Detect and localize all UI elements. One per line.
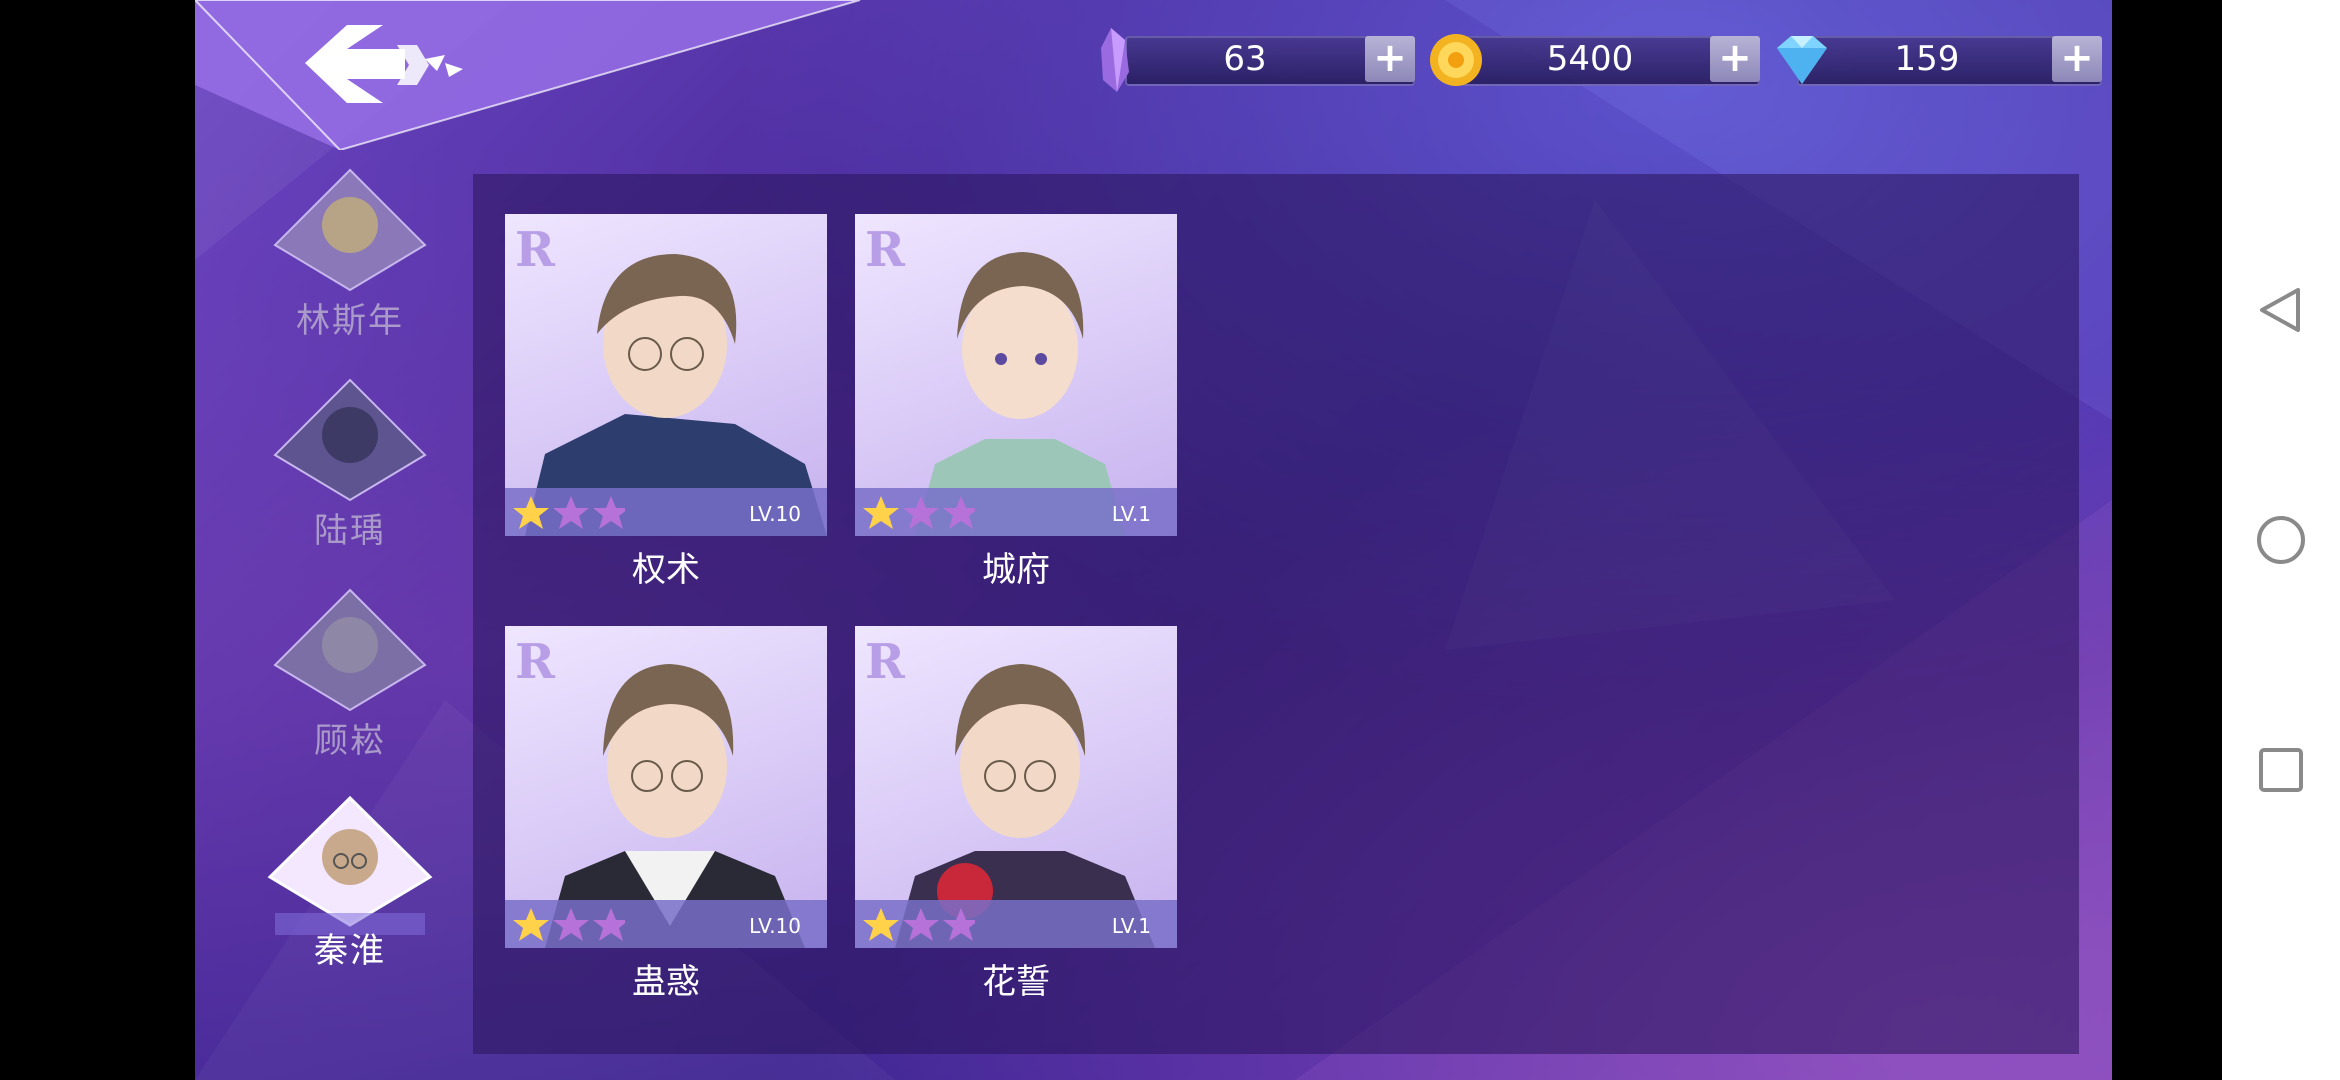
add-gold-button[interactable]: + bbox=[1710, 36, 1760, 82]
card-level: LV.1 bbox=[1111, 502, 1151, 526]
character-avatar bbox=[273, 378, 427, 502]
nav-back-button[interactable] bbox=[2222, 260, 2340, 360]
character-tab-lin-sinian[interactable]: 林斯年 bbox=[255, 165, 445, 355]
card-chengfu[interactable]: R LV.1 城府 bbox=[855, 214, 1177, 591]
character-tab-lu-yu[interactable]: 陆瑀 bbox=[255, 375, 445, 565]
crystal-currency: 63 + bbox=[1095, 28, 1415, 92]
card-level: LV.10 bbox=[749, 502, 801, 526]
character-avatar bbox=[273, 168, 427, 292]
nav-recents-button[interactable] bbox=[2222, 720, 2340, 820]
recents-square-icon bbox=[2259, 748, 2303, 792]
character-tab-gu-song[interactable]: 顾崧 bbox=[255, 585, 445, 775]
character-tab-qin-huai[interactable]: 秦淮 bbox=[255, 795, 445, 985]
star-rating bbox=[863, 496, 979, 529]
character-name: 陆瑀 bbox=[314, 511, 386, 551]
diamond-currency: 159 + bbox=[1767, 30, 2102, 88]
card-portrait: R LV.1 bbox=[855, 626, 1177, 948]
star-rating bbox=[513, 908, 629, 941]
card-grid-panel: R LV.10 权术 R LV.1 城府 R LV.10 蛊惑 R LV.1 花… bbox=[473, 174, 2079, 1054]
crystal-amount: 63 bbox=[1223, 39, 1267, 79]
nav-home-button[interactable] bbox=[2222, 490, 2340, 590]
card-name: 蛊惑 bbox=[632, 962, 700, 1002]
add-crystal-button[interactable]: + bbox=[1365, 36, 1415, 82]
card-level: LV.1 bbox=[1111, 914, 1151, 938]
card-footer: LV.1 bbox=[855, 900, 1177, 948]
back-button[interactable] bbox=[305, 25, 475, 105]
star-rating bbox=[513, 496, 629, 529]
card-footer: LV.1 bbox=[855, 488, 1177, 536]
card-name: 权术 bbox=[632, 550, 700, 590]
card-portrait: R LV.10 bbox=[505, 214, 827, 536]
character-name: 顾崧 bbox=[314, 721, 386, 761]
back-triangle-icon bbox=[2260, 288, 2300, 332]
character-avatar bbox=[273, 588, 427, 712]
card-quanshu[interactable]: R LV.10 权术 bbox=[505, 214, 827, 591]
card-portrait: R LV.1 bbox=[855, 214, 1177, 536]
home-circle-icon bbox=[2257, 516, 2305, 564]
gold-amount: 5400 bbox=[1546, 39, 1634, 79]
card-portrait: R LV.10 bbox=[505, 626, 827, 948]
card-guhuo[interactable]: R LV.10 蛊惑 bbox=[505, 626, 827, 1003]
gold-currency: 5400 + bbox=[1430, 30, 1760, 88]
card-name: 城府 bbox=[982, 550, 1050, 590]
card-huashi[interactable]: R LV.1 花誓 bbox=[855, 626, 1177, 1003]
game-screen: 63 + 5400 + 159 + 林斯年 陆瑀 顾崧 秦淮 R LV.10 权… bbox=[195, 0, 2112, 1080]
card-footer: LV.10 bbox=[505, 488, 827, 536]
character-avatar bbox=[267, 795, 433, 935]
card-footer: LV.10 bbox=[505, 900, 827, 948]
card-name: 花誓 bbox=[982, 962, 1050, 1002]
star-rating bbox=[863, 908, 979, 941]
diamond-amount: 159 bbox=[1894, 39, 1960, 79]
system-navigation-bar bbox=[2222, 0, 2340, 1080]
add-diamond-button[interactable]: + bbox=[2052, 36, 2102, 82]
character-name: 林斯年 bbox=[296, 301, 404, 341]
card-level: LV.10 bbox=[749, 914, 801, 938]
header-panel bbox=[195, 0, 861, 150]
character-name: 秦淮 bbox=[314, 931, 386, 971]
back-arrow-icon bbox=[305, 25, 463, 103]
